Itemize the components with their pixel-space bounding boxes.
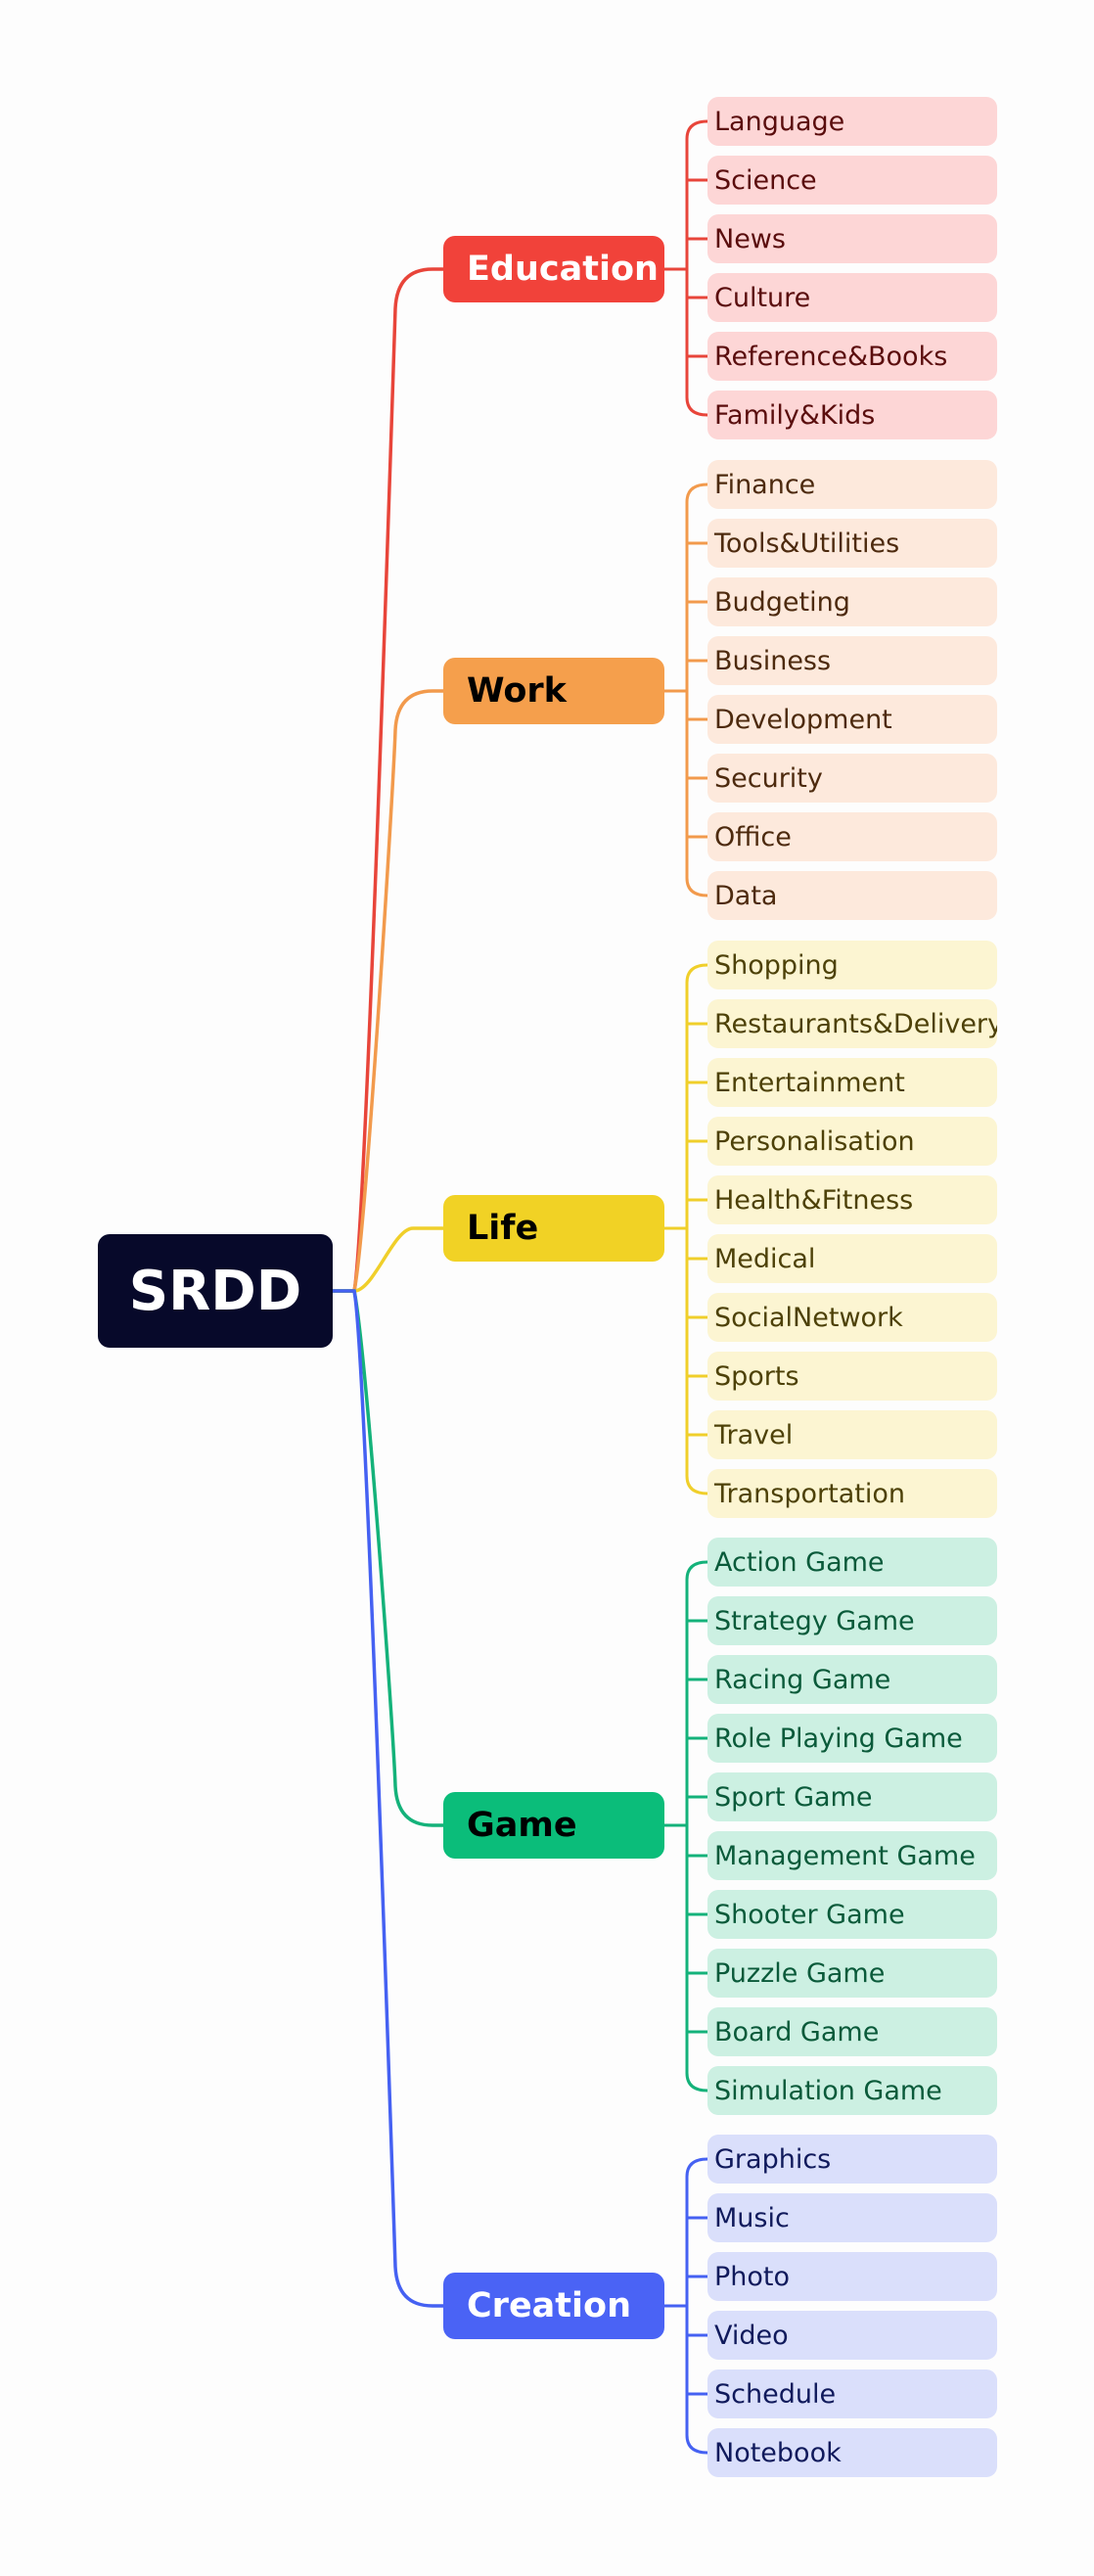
leaf-node[interactable]: Sport Game <box>707 1772 997 1821</box>
leaf-node[interactable]: Restaurants&Delivery <box>707 999 997 1048</box>
leaf-node[interactable]: Shooter Game <box>707 1890 997 1939</box>
leaf-label: Sport Game <box>714 1781 873 1813</box>
leaf-label: Graphics <box>714 2143 832 2175</box>
leaf-node[interactable]: Tools&Utilities <box>707 519 997 568</box>
leaf-node[interactable]: Action Game <box>707 1538 997 1587</box>
leaf-label: Racing Game <box>714 1664 891 1695</box>
category-node-work[interactable]: Work <box>443 658 664 724</box>
leaf-node[interactable]: Schedule <box>707 2369 997 2418</box>
leaf-node[interactable]: Medical <box>707 1234 997 1283</box>
leaf-node[interactable]: Business <box>707 636 997 685</box>
leaf-node[interactable]: Budgeting <box>707 577 997 626</box>
leaf-label: Sports <box>714 1360 799 1392</box>
leaf-label: Video <box>714 2320 789 2351</box>
leaf-label: Action Game <box>714 1546 885 1578</box>
root-node[interactable]: SRDD <box>98 1234 333 1348</box>
leaf-label: Strategy Game <box>714 1605 915 1636</box>
leaf-node[interactable]: Office <box>707 812 997 861</box>
category-label: Life <box>467 1209 539 1248</box>
leaf-label: Medical <box>714 1243 816 1274</box>
leaf-node[interactable]: Finance <box>707 460 997 509</box>
leaf-node[interactable]: Development <box>707 695 997 744</box>
leaf-label: SocialNetwork <box>714 1302 903 1333</box>
leaf-node[interactable]: SocialNetwork <box>707 1293 997 1342</box>
leaf-label: Tools&Utilities <box>714 528 900 559</box>
leaf-node[interactable]: Entertainment <box>707 1058 997 1107</box>
leaf-label: Schedule <box>714 2378 837 2410</box>
leaf-label: Health&Fitness <box>714 1184 914 1216</box>
leaf-label: Puzzle Game <box>714 1957 886 1989</box>
leaf-node[interactable]: Puzzle Game <box>707 1949 997 1998</box>
category-node-life[interactable]: Life <box>443 1195 664 1262</box>
leaf-node[interactable]: Music <box>707 2193 997 2242</box>
leaf-label: Role Playing Game <box>714 1723 963 1754</box>
root-label: SRDD <box>128 1259 302 1323</box>
leaf-label: Reference&Books <box>714 341 948 372</box>
leaf-node[interactable]: Travel <box>707 1410 997 1459</box>
leaf-label: Shooter Game <box>714 1899 905 1930</box>
leaf-label: Transportation <box>714 1478 905 1509</box>
leaf-label: Business <box>714 645 832 676</box>
leaf-node[interactable]: Graphics <box>707 2135 997 2184</box>
leaf-node[interactable]: Transportation <box>707 1469 997 1518</box>
leaf-node[interactable]: Photo <box>707 2252 997 2301</box>
leaf-node[interactable]: Reference&Books <box>707 332 997 381</box>
leaf-label: Office <box>714 821 792 852</box>
leaf-label: Simulation Game <box>714 2075 942 2106</box>
leaf-label: Development <box>714 704 892 735</box>
leaf-label: Shopping <box>714 949 839 981</box>
category-node-creation[interactable]: Creation <box>443 2273 664 2339</box>
leaf-label: Entertainment <box>714 1067 905 1098</box>
leaf-label: Personalisation <box>714 1126 915 1157</box>
leaf-label: Board Game <box>714 2016 880 2047</box>
leaf-node[interactable]: Racing Game <box>707 1655 997 1704</box>
leaf-node[interactable]: Language <box>707 97 997 146</box>
leaf-node[interactable]: Role Playing Game <box>707 1714 997 1763</box>
leaf-label: Science <box>714 164 817 196</box>
leaf-node[interactable]: Science <box>707 156 997 205</box>
leaf-node[interactable]: Personalisation <box>707 1117 997 1166</box>
leaf-label: Restaurants&Delivery <box>714 1008 997 1039</box>
leaf-node[interactable]: Security <box>707 754 997 803</box>
leaf-node[interactable]: Notebook <box>707 2428 997 2477</box>
leaf-node[interactable]: Strategy Game <box>707 1596 997 1645</box>
leaf-node[interactable]: Data <box>707 871 997 920</box>
leaf-label: Language <box>714 106 845 137</box>
leaf-node[interactable]: News <box>707 214 997 263</box>
leaf-label: Family&Kids <box>714 399 876 431</box>
category-label: Education <box>467 250 659 289</box>
leaf-label: Management Game <box>714 1840 976 1871</box>
category-label: Work <box>467 671 567 711</box>
leaf-node[interactable]: Sports <box>707 1352 997 1401</box>
leaf-label: Music <box>714 2202 790 2233</box>
leaf-label: Culture <box>714 282 811 313</box>
leaf-label: Data <box>714 880 778 911</box>
leaf-node[interactable]: Board Game <box>707 2007 997 2056</box>
category-node-game[interactable]: Game <box>443 1792 664 1859</box>
leaf-label: Finance <box>714 469 816 500</box>
leaf-label: Budgeting <box>714 586 850 618</box>
leaf-node[interactable]: Video <box>707 2311 997 2360</box>
leaf-node[interactable]: Simulation Game <box>707 2066 997 2115</box>
leaf-label: Travel <box>714 1419 794 1450</box>
leaf-label: Notebook <box>714 2437 842 2468</box>
category-node-education[interactable]: Education <box>443 236 664 302</box>
category-label: Creation <box>467 2286 631 2325</box>
category-label: Game <box>467 1806 577 1845</box>
leaf-node[interactable]: Shopping <box>707 941 997 989</box>
leaf-label: News <box>714 223 786 254</box>
leaf-node[interactable]: Health&Fitness <box>707 1175 997 1224</box>
leaf-node[interactable]: Culture <box>707 273 997 322</box>
leaf-node[interactable]: Family&Kids <box>707 391 997 439</box>
leaf-label: Photo <box>714 2261 791 2292</box>
leaf-node[interactable]: Management Game <box>707 1831 997 1880</box>
mind-map: SRDD Education Language Science News Culture… <box>0 0 1094 2576</box>
leaf-label: Security <box>714 762 823 794</box>
